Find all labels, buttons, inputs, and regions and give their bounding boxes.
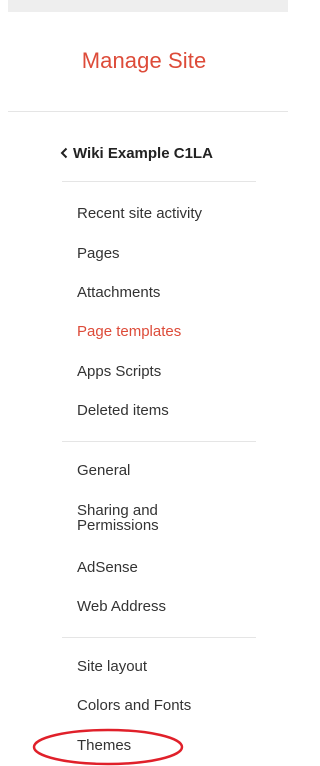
nav-item-adsense[interactable]: AdSense (77, 559, 138, 576)
nav-item-deleted-items[interactable]: Deleted items (77, 402, 169, 419)
divider (8, 111, 288, 112)
nav-item-colors-and-fonts[interactable]: Colors and Fonts (77, 697, 191, 714)
nav-item-site-layout[interactable]: Site layout (77, 658, 147, 675)
nav-item-page-templates[interactable]: Page templates (77, 323, 181, 340)
chevron-left-icon (60, 147, 68, 159)
divider (62, 637, 256, 638)
page-title: Manage Site (81, 48, 207, 73)
back-to-site-link[interactable]: Wiki Example C1LA (60, 145, 213, 162)
site-name-label: Wiki Example C1LA (73, 145, 213, 162)
nav-item-general[interactable]: General (77, 462, 130, 479)
nav-item-sharing-and-permissions[interactable]: Sharing and Permissions (77, 503, 207, 533)
nav-item-apps-scripts[interactable]: Apps Scripts (77, 363, 161, 380)
top-bar (8, 0, 288, 12)
nav-item-attachments[interactable]: Attachments (77, 284, 160, 301)
nav-item-themes[interactable]: Themes (77, 737, 131, 754)
nav-item-web-address[interactable]: Web Address (77, 598, 166, 615)
nav-item-recent-site-activity[interactable]: Recent site activity (77, 205, 202, 222)
nav-item-pages[interactable]: Pages (77, 245, 120, 262)
divider (62, 181, 256, 182)
divider (62, 441, 256, 442)
manage-site-panel: Manage Site Wiki Example C1LA Recent sit… (0, 0, 288, 766)
